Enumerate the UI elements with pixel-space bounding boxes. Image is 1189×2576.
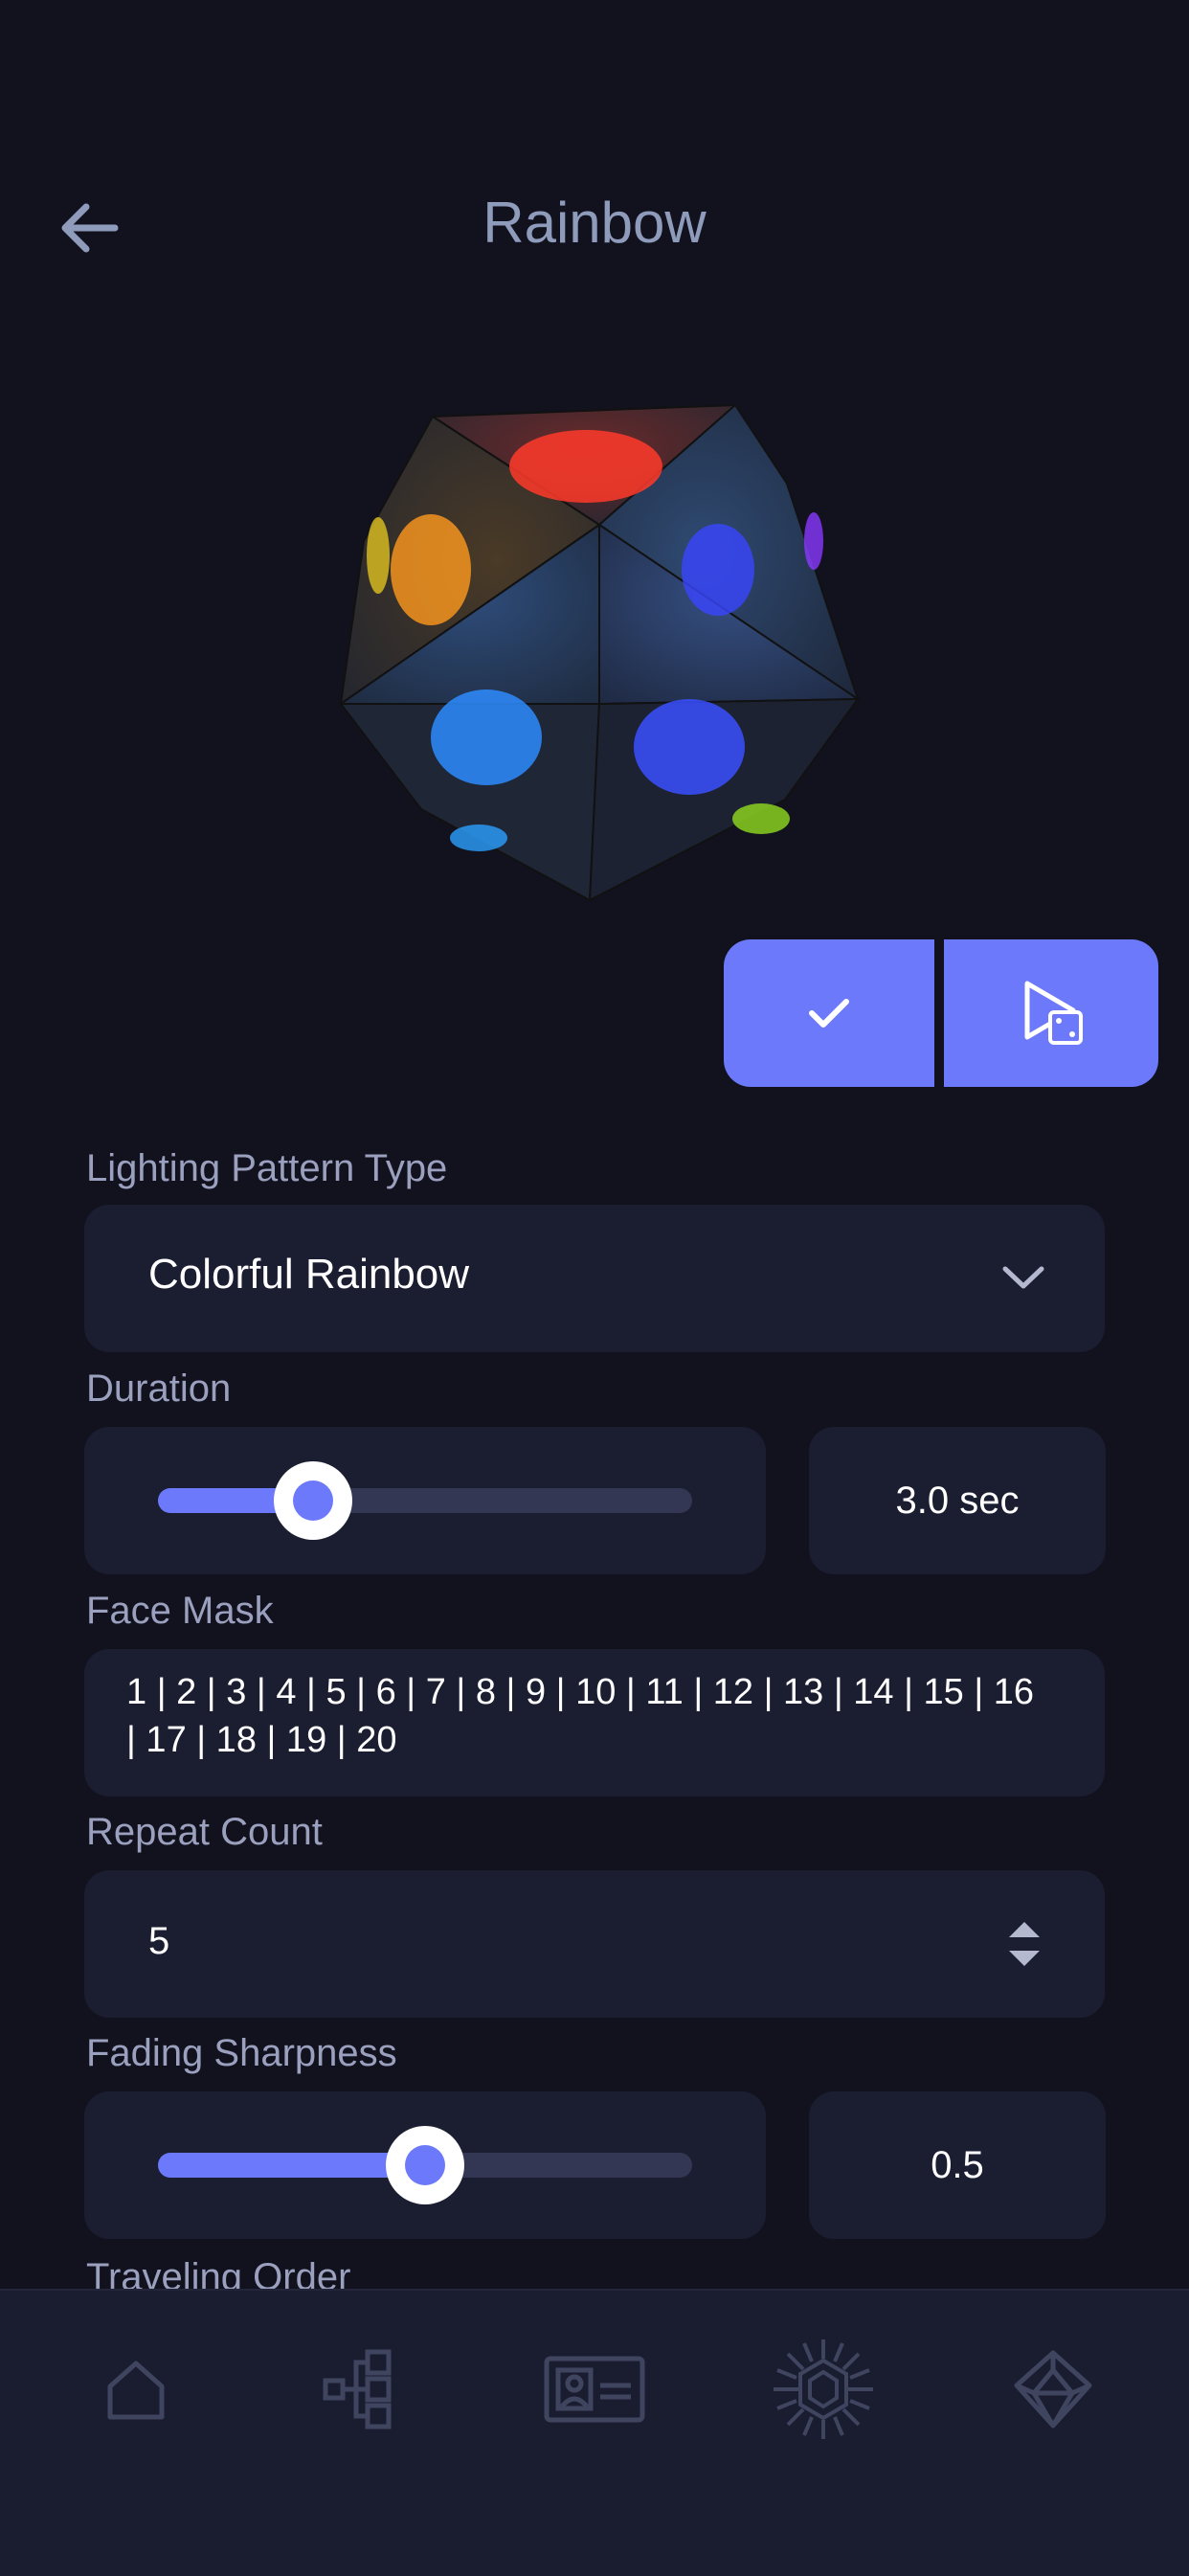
fading-sharpness-label: Fading Sharpness [86, 2032, 397, 2074]
page-title: Rainbow [482, 191, 707, 255]
repeat-count-input[interactable] [84, 1870, 1105, 2018]
action-divider [934, 939, 944, 1087]
fading-sharpness-slider-thumb[interactable] [386, 2126, 464, 2204]
duration-value: 3.0 sec [809, 1427, 1106, 1574]
duration-slider-track[interactable] [158, 1488, 692, 1513]
face-mask-label: Face Mask [86, 1590, 274, 1632]
confirm-button[interactable] [724, 939, 934, 1087]
fading-sharpness-slider-field [84, 2091, 766, 2239]
fading-sharpness-value: 0.5 [809, 2091, 1106, 2239]
hierarchy-icon [323, 2349, 392, 2429]
lighting-pattern-value: Colorful Rainbow [148, 1251, 470, 1298]
fading-sharpness-slider-thumb-core [405, 2145, 445, 2185]
face-mask-value: 1 | 2 | 3 | 4 | 5 | 6 | 7 | 8 | 9 | 10 |… [126, 1672, 1035, 1760]
chevron-down-icon [996, 1255, 1051, 1301]
tab-hierarchy[interactable] [307, 2337, 422, 2442]
tab-profile[interactable] [537, 2337, 652, 2442]
d20-icon [1014, 2350, 1092, 2429]
play-preview-icon [1024, 981, 1083, 1045]
repeat-count-label: Repeat Count [86, 1811, 323, 1853]
home-icon [107, 2361, 165, 2420]
tab-dice[interactable] [996, 2337, 1110, 2442]
duration-slider-thumb-core [292, 1480, 333, 1521]
action-buttons [724, 939, 1158, 1087]
tab-home[interactable] [79, 2337, 193, 2442]
repeat-count-value: 5 [148, 1920, 170, 1962]
preview-button[interactable] [944, 939, 1158, 1087]
tab-effects[interactable] [766, 2337, 881, 2442]
checkmark-icon [809, 999, 849, 1028]
d20-die-image [335, 388, 862, 905]
stepper-icon[interactable] [1003, 1916, 1045, 1972]
duration-slider-field [84, 1427, 766, 1574]
id-card-icon [544, 2356, 645, 2423]
duration-slider-thumb[interactable] [273, 1461, 352, 1540]
sun-gear-icon [774, 2339, 873, 2439]
lighting-pattern-label: Lighting Pattern Type [86, 1147, 448, 1189]
duration-label: Duration [86, 1367, 232, 1410]
